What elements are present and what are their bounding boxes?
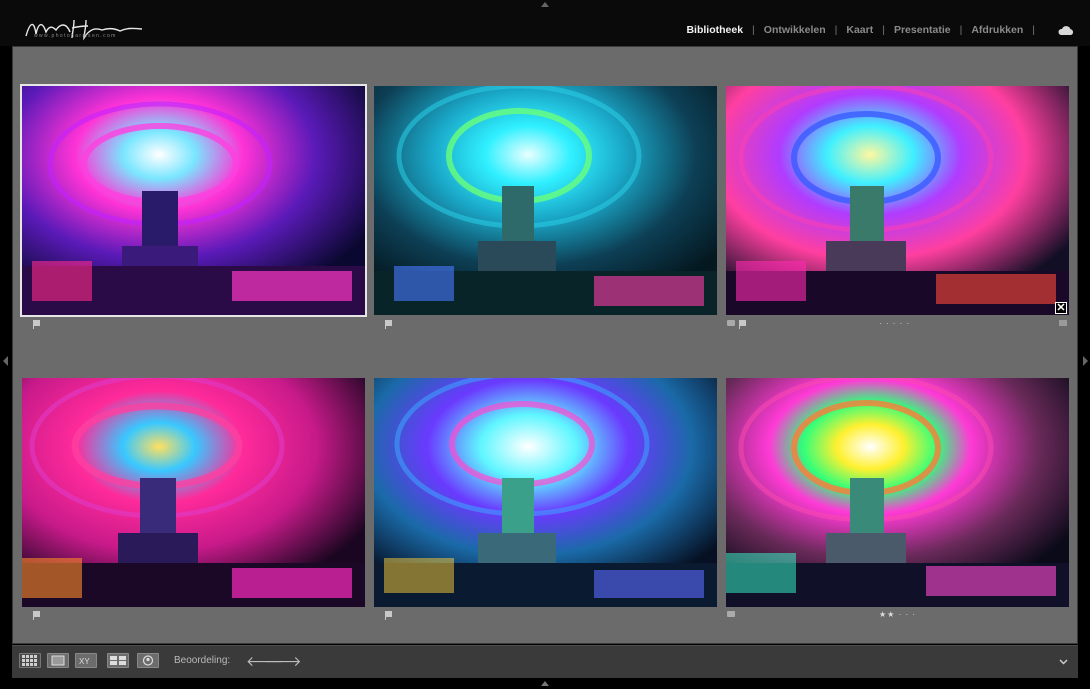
thumbnail-5[interactable] xyxy=(374,378,717,607)
library-toolbar: XY Beoordeling: 🡐 🡒 xyxy=(12,645,1078,678)
module-print[interactable]: Afdrukken xyxy=(971,24,1023,36)
collapse-left-panel-arrow-icon[interactable] xyxy=(3,356,8,366)
svg-text:XY: XY xyxy=(79,657,90,666)
collapse-right-panel-arrow-icon[interactable] xyxy=(1083,356,1088,366)
loupe-view-button[interactable] xyxy=(47,653,69,668)
top-panel: www.photoharmsen.com Bibliotheek | Ontwi… xyxy=(0,0,1090,46)
photo-carousel-blue-pink xyxy=(726,86,1069,315)
rating-stars[interactable]: · · · · · xyxy=(879,320,910,328)
rating-stars[interactable]: ★★ · · · xyxy=(879,611,916,619)
photo-carousel-pink xyxy=(22,378,365,607)
cloud-icon[interactable] xyxy=(1057,25,1074,36)
thumbnail-1[interactable] xyxy=(20,84,367,317)
compare-view-button[interactable]: XY xyxy=(75,653,97,668)
grid-icon xyxy=(22,655,37,666)
module-separator: | xyxy=(959,24,963,36)
thumbnail-3[interactable] xyxy=(726,86,1069,315)
flag-icon[interactable] xyxy=(33,611,40,620)
module-separator: | xyxy=(834,24,838,36)
thumbnail-6[interactable] xyxy=(726,378,1069,607)
module-slideshow[interactable]: Presentatie xyxy=(894,24,951,36)
photo-carousel-magenta xyxy=(22,86,365,315)
loupe-icon xyxy=(51,655,65,666)
module-picker: Bibliotheek | Ontwikkelen | Kaart | Pres… xyxy=(686,24,1074,36)
flag-icon[interactable] xyxy=(739,320,746,329)
survey-view-button[interactable] xyxy=(107,653,129,668)
reject-flag-icon[interactable]: ✕ xyxy=(1055,302,1067,314)
flag-icon[interactable] xyxy=(33,320,40,329)
module-separator: | xyxy=(752,24,755,36)
module-library[interactable]: Bibliotheek xyxy=(686,24,743,36)
photo-carousel-cyan xyxy=(374,86,717,315)
module-map[interactable]: Kaart xyxy=(846,24,873,36)
collapse-top-panel-arrow-icon[interactable] xyxy=(541,2,549,7)
module-separator: | xyxy=(1032,24,1035,36)
metadata-badge-icon xyxy=(727,320,735,326)
thumbnail-4[interactable] xyxy=(22,378,365,607)
photo-carousel-cyan-white xyxy=(374,378,717,607)
flag-icon[interactable] xyxy=(385,320,392,329)
survey-icon xyxy=(110,656,126,665)
metadata-badge-icon xyxy=(727,611,735,617)
rating-filter-label: Beoordeling: xyxy=(174,655,231,666)
grid-view: · · · · · ✕ ★★ · · · xyxy=(12,46,1078,644)
module-separator: | xyxy=(882,24,885,36)
photo-carousel-rainbow xyxy=(726,378,1069,607)
grid-view-button[interactable] xyxy=(19,653,41,668)
badge-corner-icon xyxy=(1059,320,1067,326)
thumbnail-2[interactable] xyxy=(374,86,717,315)
compare-icon: XY xyxy=(79,657,90,666)
identity-plate-logo xyxy=(22,14,152,44)
collapse-filmstrip-arrow-icon[interactable] xyxy=(541,681,549,686)
next-photo-arrow-icon[interactable]: 🡒 xyxy=(264,653,302,669)
flag-icon[interactable] xyxy=(385,611,392,620)
people-view-button[interactable] xyxy=(137,653,159,668)
people-icon xyxy=(142,655,154,666)
toolbar-menu-chevron-down-icon[interactable] xyxy=(1057,655,1070,668)
module-develop[interactable]: Ontwikkelen xyxy=(764,24,826,36)
identity-plate-website: www.photoharmsen.com xyxy=(34,33,117,39)
